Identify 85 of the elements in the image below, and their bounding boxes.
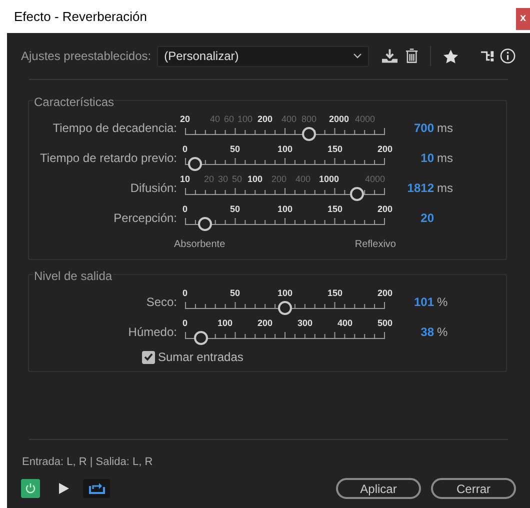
slider-thumb[interactable] xyxy=(278,301,292,315)
value-text[interactable]: 700 xyxy=(414,119,434,137)
tick-label: 4000 xyxy=(364,174,386,184)
slider-thumb[interactable] xyxy=(198,217,212,231)
tick-label: 10 xyxy=(180,174,190,184)
tick-label: 50 xyxy=(230,288,240,298)
unit-text: ms xyxy=(437,180,454,197)
tick-label: 150 xyxy=(327,288,343,298)
tick-label: 100 xyxy=(277,204,293,214)
tick-label: 400 xyxy=(337,318,353,328)
loop-button[interactable] xyxy=(83,478,110,498)
unit-text: ms xyxy=(437,150,454,167)
unit-text: % xyxy=(437,294,449,311)
tick-label: 1000 xyxy=(318,174,340,184)
power-button[interactable] xyxy=(21,478,40,498)
tick-label: 150 xyxy=(327,144,343,154)
slider-label: Tiempo de retardo previo: xyxy=(39,150,178,167)
tick-label: 100 xyxy=(277,144,293,154)
tick-label: 60 xyxy=(224,114,234,124)
value-text[interactable]: 38 xyxy=(420,323,434,341)
value-text[interactable]: 10 xyxy=(420,149,434,167)
slider-label: Seco: xyxy=(145,294,178,311)
scale-end-label: Reflexivo xyxy=(354,238,396,252)
close-button[interactable]: x xyxy=(516,8,530,30)
unit-text: % xyxy=(437,324,449,341)
power-icon xyxy=(25,482,36,494)
checkbox-box[interactable] xyxy=(142,350,155,364)
tick-label: 30 xyxy=(218,174,228,184)
tick-label: 50 xyxy=(230,204,240,214)
tick-label: 20 xyxy=(204,174,214,184)
scale-end-label: Absorbente xyxy=(174,238,226,252)
star-icon[interactable] xyxy=(443,48,459,64)
routing-icon[interactable] xyxy=(480,50,494,62)
value-text[interactable]: 1812 xyxy=(407,179,434,197)
dialog-button[interactable]: Cerrar xyxy=(431,478,516,498)
tick-label: 200 xyxy=(377,144,393,154)
slider-label: Difusión: xyxy=(129,180,178,197)
check-icon xyxy=(144,353,153,361)
tick-label: 100 xyxy=(247,174,263,184)
tick-label: 0 xyxy=(182,204,188,214)
download-icon[interactable] xyxy=(381,48,399,64)
unit-text: ms xyxy=(437,120,454,137)
tick-label: 200 xyxy=(377,204,393,214)
tick-label: 4000 xyxy=(354,114,376,124)
export-icon xyxy=(88,482,104,494)
slider-label: Tiempo de decadencia: xyxy=(52,120,178,137)
info-icon[interactable] xyxy=(500,48,516,64)
slider-thumb[interactable] xyxy=(302,127,316,141)
tick-label: 500 xyxy=(377,318,393,328)
tick-label: 100 xyxy=(217,318,233,328)
window-title: Efecto - Reverberación xyxy=(14,8,147,26)
tick-label: 200 xyxy=(257,318,273,328)
tick-label: 50 xyxy=(232,174,242,184)
slider-label: Húmedo: xyxy=(127,324,178,341)
sum-inputs-checkbox[interactable]: Sumar entradas xyxy=(142,347,506,367)
tick-label: 100 xyxy=(277,288,293,298)
tick-label: 100 xyxy=(237,114,253,124)
presets-dropdown[interactable]: (Personalizar) xyxy=(157,46,370,66)
value-text[interactable]: 20 xyxy=(420,209,434,227)
tick-label: 20 xyxy=(180,114,190,124)
tick-label: 400 xyxy=(295,174,311,184)
tick-label: 400 xyxy=(281,114,297,124)
tick-label: 40 xyxy=(210,114,220,124)
tick-label: 50 xyxy=(230,144,240,154)
tick-label: 300 xyxy=(297,318,313,328)
slider-thumb[interactable] xyxy=(350,187,364,201)
tick-label: 800 xyxy=(301,114,317,124)
tick-label: 0 xyxy=(182,144,188,154)
tick-label: 200 xyxy=(377,288,393,298)
tick-label: 200 xyxy=(271,174,287,184)
slider-thumb[interactable] xyxy=(194,331,208,345)
tick-label: 2000 xyxy=(328,114,350,124)
tick-label: 0 xyxy=(182,288,188,298)
value-text[interactable]: 101 xyxy=(414,293,434,311)
tick-label: 0 xyxy=(182,318,188,328)
presets-label: Ajustes preestablecidos: xyxy=(21,48,152,65)
chevron-down-icon xyxy=(353,53,362,59)
play-icon[interactable] xyxy=(59,482,69,494)
tick-label: 150 xyxy=(327,204,343,214)
dialog-button[interactable]: Aplicar xyxy=(336,478,421,498)
tick-label: 200 xyxy=(257,114,273,124)
routing-text: Entrada: L, R | Salida: L, R xyxy=(22,454,154,470)
slider-thumb[interactable] xyxy=(188,157,202,171)
slider-label: Percepción: xyxy=(112,210,178,227)
trash-icon[interactable] xyxy=(404,48,418,64)
